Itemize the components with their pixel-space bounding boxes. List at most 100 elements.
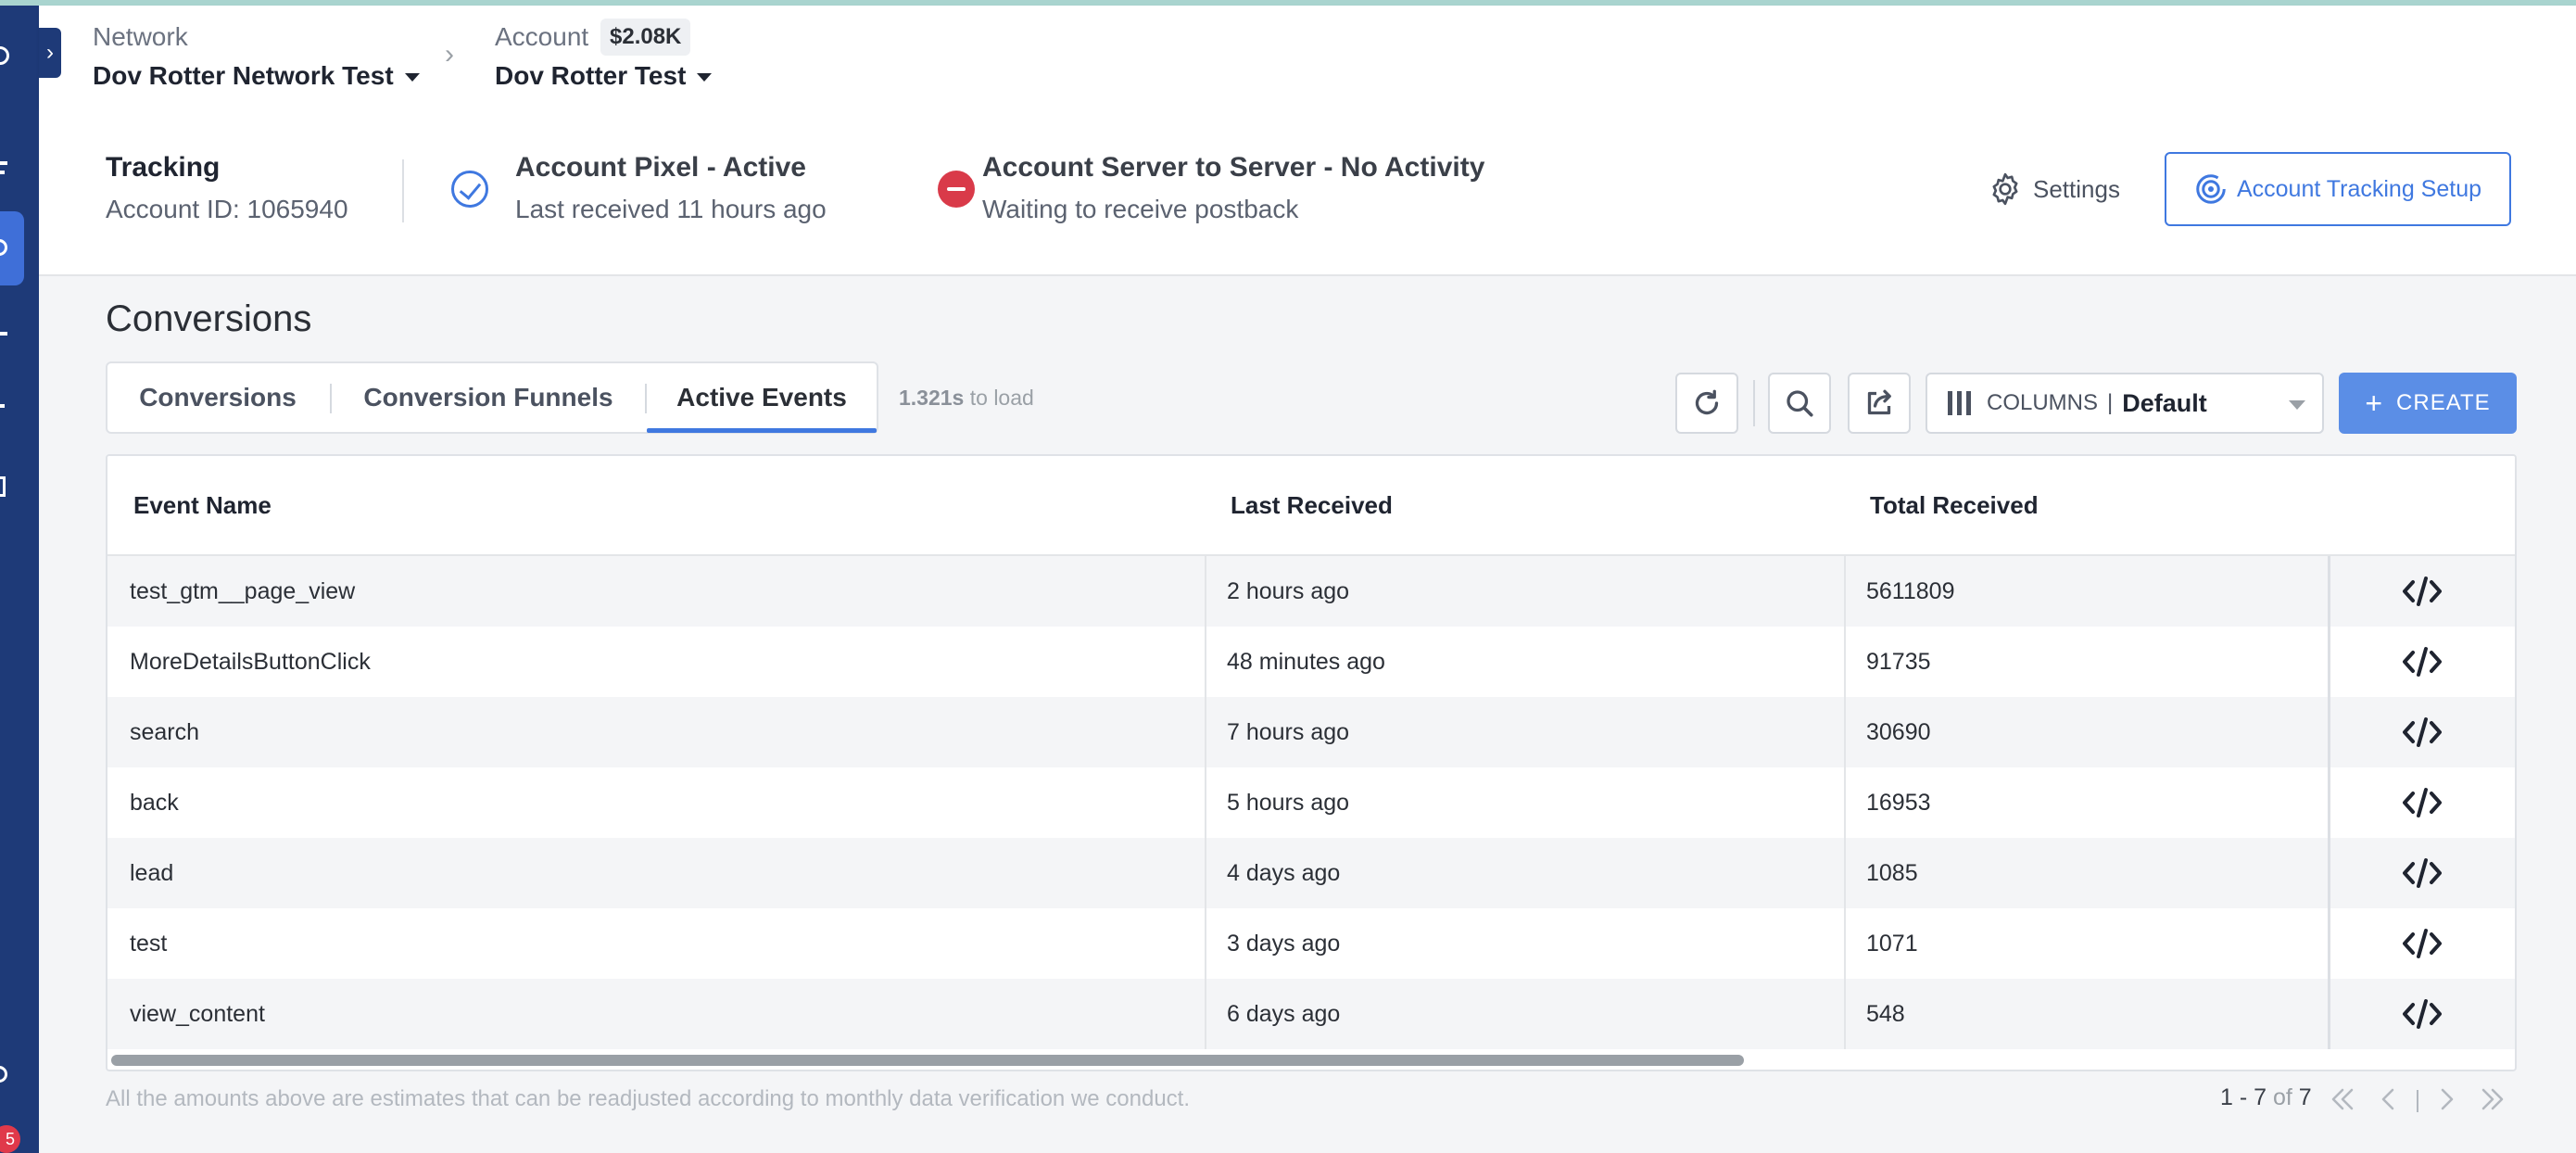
code-icon[interactable] [2402, 927, 2443, 960]
pager-divider [2417, 1090, 2418, 1112]
last-received-cell: 48 minutes ago [1227, 649, 1385, 675]
code-icon[interactable] [2402, 575, 2443, 608]
tab-conversion-funnels[interactable]: Conversion Funnels [332, 363, 645, 432]
pager-of: of [2272, 1084, 2292, 1110]
table-row[interactable]: MoreDetailsButtonClick 48 minutes ago 91… [107, 627, 2515, 697]
sidebar-logo-icon[interactable] [0, 46, 9, 65]
chevron-down-icon [2289, 400, 2305, 410]
divider [402, 159, 404, 222]
table-row[interactable]: back 5 hours ago 16953 [107, 767, 2515, 838]
gear-icon [1992, 172, 2018, 206]
sidebar-nav-icon [0, 171, 5, 174]
events-table: Event Name Last Received Total Received … [106, 454, 2517, 1071]
sidebar-nav-icon[interactable] [0, 476, 6, 497]
setup-label: Account Tracking Setup [2236, 175, 2482, 202]
column-divider [1844, 556, 1846, 1049]
columns-separator: | [2107, 390, 2114, 415]
code-icon[interactable] [2402, 645, 2443, 678]
target-icon [2196, 174, 2226, 204]
pixel-status-subtitle: Last received 11 hours ago [515, 195, 827, 223]
event-name-cell: search [130, 719, 200, 745]
column-header-event-name[interactable]: Event Name [133, 491, 271, 520]
last-received-cell: 7 hours ago [1227, 719, 1350, 745]
previous-page-icon[interactable] [2372, 1083, 2406, 1116]
columns-label: COLUMNS [1987, 390, 2099, 415]
next-page-icon[interactable] [2430, 1083, 2463, 1116]
network-selector[interactable]: Dov Rotter Network Test [93, 61, 420, 91]
settings-button[interactable]: Settings [1987, 169, 2120, 209]
column-header-total-received[interactable]: Total Received [1870, 491, 2039, 520]
last-received-cell: 3 days ago [1227, 931, 1341, 957]
refresh-icon [1695, 389, 1719, 415]
create-button[interactable]: + CREATE [2339, 373, 2517, 434]
refresh-button[interactable] [1675, 373, 1738, 434]
estimates-disclaimer: All the amounts above are estimates that… [106, 1086, 1190, 1111]
create-label: CREATE [2396, 390, 2491, 415]
breadcrumb-separator-icon: › [445, 39, 454, 70]
error-circle-icon [938, 171, 975, 208]
sidebar-help-icon[interactable] [0, 1066, 7, 1083]
table-row[interactable]: view_content 6 days ago 548 [107, 979, 2515, 1049]
columns-dropdown[interactable]: COLUMNS | Default [1926, 373, 2324, 434]
total-received-cell: 1071 [1866, 931, 1918, 957]
last-received-cell: 6 days ago [1227, 1001, 1341, 1027]
first-page-icon[interactable] [2326, 1083, 2359, 1116]
event-name-cell: MoreDetailsButtonClick [130, 649, 371, 675]
total-received-cell: 1085 [1866, 860, 1918, 886]
column-divider [1205, 556, 1206, 1049]
table-header: Event Name Last Received Total Received [107, 456, 2515, 556]
s2s-status-title: Account Server to Server - No Activity [982, 152, 1485, 183]
event-name-cell: back [130, 790, 179, 816]
total-received-cell: 5611809 [1866, 578, 1955, 604]
total-received-cell: 91735 [1866, 649, 1931, 675]
export-button[interactable] [1848, 373, 1911, 434]
account-label: Account [495, 22, 589, 51]
code-icon[interactable] [2402, 856, 2443, 890]
event-name-cell: test [130, 931, 168, 957]
pagination-summary: 1 - 7 of 7 [2220, 1084, 2312, 1111]
sidebar-nav-icon[interactable] [0, 332, 7, 336]
search-button[interactable] [1768, 373, 1831, 434]
tracking-status-bar: Tracking Account ID: 1065940 Account Pix… [39, 108, 2576, 276]
columns-value: Default [2122, 388, 2207, 417]
search-icon [1787, 390, 1813, 417]
code-icon[interactable] [2402, 786, 2443, 819]
tab-active-events[interactable]: Active Events [647, 363, 877, 432]
top-bar: › Network Dov Rotter Network Test › Acco… [39, 6, 2576, 108]
tab-conversions[interactable]: Conversions [107, 363, 328, 432]
chevron-down-icon [697, 73, 713, 82]
sidebar-nav-icon[interactable] [0, 161, 7, 165]
load-time-suffix: to load [969, 386, 1034, 410]
table-row[interactable]: test_gtm__page_view 2 hours ago 5611809 [107, 556, 2515, 627]
account-tracking-setup-button[interactable]: Account Tracking Setup [2165, 152, 2511, 226]
code-icon[interactable] [2402, 997, 2443, 1031]
event-name-cell: test_gtm__page_view [130, 578, 356, 604]
sidebar-expand-button[interactable]: › [39, 28, 61, 78]
sidebar-item-active[interactable] [0, 211, 24, 285]
column-header-last-received[interactable]: Last Received [1231, 491, 1393, 520]
code-icon[interactable] [2402, 716, 2443, 749]
chevron-down-icon [404, 73, 420, 82]
pager-range: 1 - 7 [2220, 1084, 2267, 1110]
active-tab-indicator [647, 428, 877, 433]
last-page-icon[interactable] [2476, 1083, 2509, 1116]
total-received-cell: 30690 [1866, 719, 1931, 745]
account-id: Account ID: 1065940 [106, 195, 348, 223]
load-time-value: 1.321s [899, 386, 965, 410]
notification-badge[interactable]: 5 [0, 1125, 20, 1153]
event-name-cell: lead [130, 860, 174, 886]
sidebar-active-icon [0, 239, 7, 256]
account-selector[interactable]: Dov Rotter Test [495, 61, 713, 91]
plus-icon: + [2365, 386, 2384, 420]
pinned-column-divider [2328, 556, 2330, 1049]
sidebar-nav-icon[interactable] [0, 404, 5, 408]
table-row[interactable]: lead 4 days ago 1085 [107, 838, 2515, 908]
table-row[interactable]: test 3 days ago 1071 [107, 908, 2515, 979]
last-received-cell: 4 days ago [1227, 860, 1341, 886]
network-name: Dov Rotter Network Test [93, 61, 394, 90]
event-name-cell: view_content [130, 1001, 265, 1027]
load-time-indicator: 1.321s to load [899, 386, 1034, 411]
horizontal-scrollbar[interactable] [111, 1055, 1744, 1066]
total-received-cell: 548 [1866, 1001, 1905, 1027]
table-row[interactable]: search 7 hours ago 30690 [107, 697, 2515, 767]
